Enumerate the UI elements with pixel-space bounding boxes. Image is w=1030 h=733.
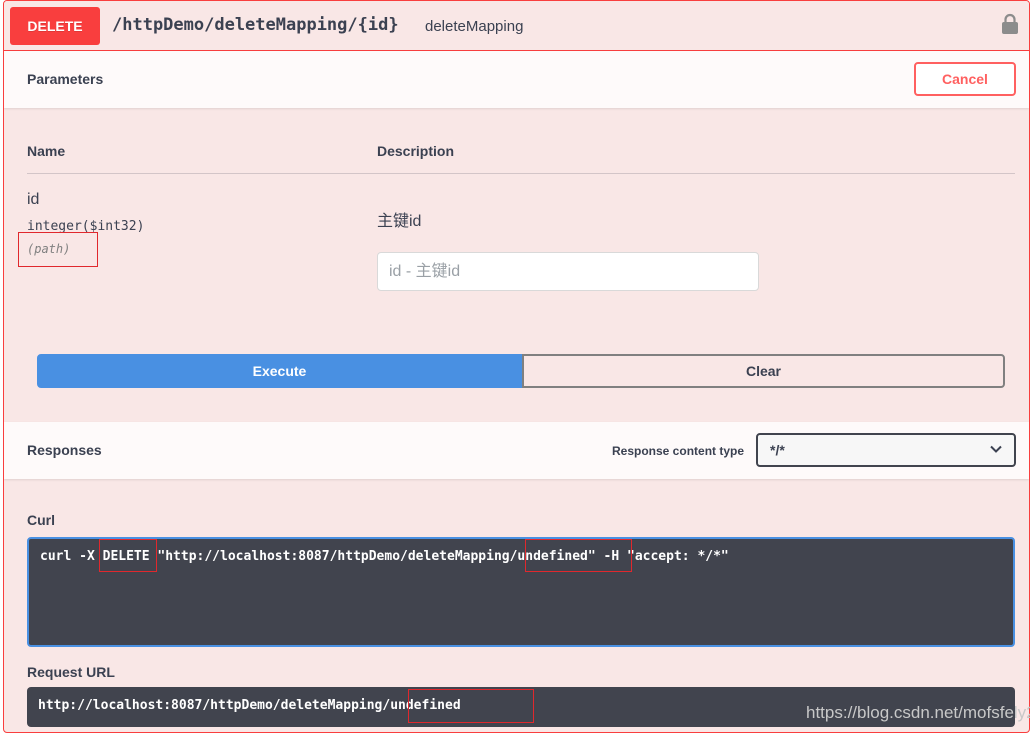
responses-title: Responses <box>27 442 102 458</box>
annotation-box-delete <box>99 539 157 572</box>
annotation-box-undefined-curl <box>525 539 632 572</box>
annotation-box-undefined-url <box>408 689 534 723</box>
parameter-description: 主键id <box>377 213 422 230</box>
parameter-id-input[interactable] <box>377 252 759 291</box>
http-method-badge[interactable]: DELETE <box>10 7 100 45</box>
watermark: https://blog.csdn.net/mofsfely2 <box>806 703 1030 722</box>
column-header-name: Name <box>27 143 66 159</box>
request-url-label: Request URL <box>27 664 115 680</box>
operation-path[interactable]: /httpDemo/deleteMapping/{id} <box>112 15 399 35</box>
parameters-header: Parameters Cancel <box>4 51 1029 108</box>
execute-button-group: Execute Clear <box>37 354 1005 388</box>
operation-summary[interactable]: DELETE /httpDemo/deleteMapping/{id} dele… <box>4 1 1029 51</box>
lock-icon[interactable] <box>1001 13 1019 35</box>
response-content-type-select[interactable]: */* <box>756 433 1016 467</box>
column-header-description: Description <box>377 143 455 159</box>
response-content-type-value: */* <box>770 442 785 458</box>
response-content-type-label: Response content type <box>612 444 745 458</box>
operation-summary-text: deleteMapping <box>425 18 524 35</box>
curl-code-block[interactable]: curl -X DELETE "http://localhost:8087/ht… <box>27 537 1015 647</box>
clear-button[interactable]: Clear <box>522 354 1005 388</box>
curl-label: Curl <box>27 512 55 528</box>
parameter-name: id <box>27 191 40 208</box>
annotation-box-path <box>18 232 98 267</box>
table-divider <box>27 173 1015 174</box>
operation-block-delete: DELETE /httpDemo/deleteMapping/{id} dele… <box>3 0 1030 733</box>
request-url-value: http://localhost:8087/httpDemo/deleteMap… <box>38 698 461 713</box>
parameters-title: Parameters <box>27 71 104 87</box>
execute-button[interactable]: Execute <box>37 354 522 388</box>
responses-header: Responses Response content type */* <box>4 422 1029 479</box>
cancel-button[interactable]: Cancel <box>914 62 1016 96</box>
chevron-down-icon <box>990 445 1002 453</box>
